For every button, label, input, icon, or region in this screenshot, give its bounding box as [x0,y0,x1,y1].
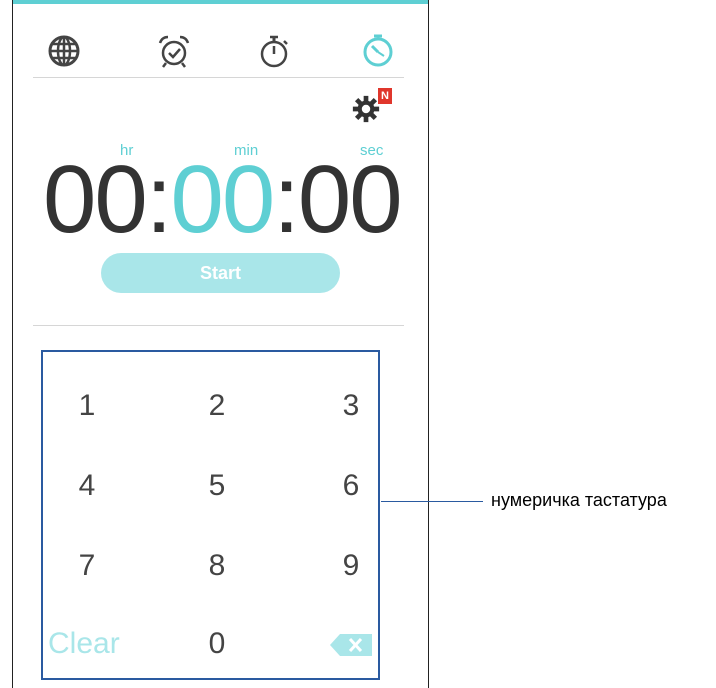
key-6[interactable]: 6 [321,461,381,511]
keypad-divider [33,325,404,326]
status-accent-bar [13,0,428,4]
timer-icon [363,34,393,67]
tab-stopwatch[interactable] [251,28,297,74]
stopwatch-icon [260,35,288,68]
key-3[interactable]: 3 [321,381,381,431]
key-8[interactable]: 8 [187,541,247,591]
start-button[interactable]: Start [101,253,340,293]
key-5[interactable]: 5 [187,461,247,511]
key-2[interactable]: 2 [187,381,247,431]
time-separator: : [145,146,173,253]
minutes-value[interactable]: 00 [170,150,275,250]
gear-icon [352,95,380,123]
seconds-value[interactable]: 00 [298,150,403,250]
tab-bar [13,28,428,74]
key-0[interactable]: 0 [187,619,247,669]
backspace-button[interactable] [330,634,374,656]
tab-alarm[interactable] [151,28,197,74]
key-4[interactable]: 4 [57,461,117,511]
new-badge: N [378,88,392,104]
globe-icon [48,35,80,67]
tab-world-clock[interactable] [41,28,87,74]
timer-display: 00:00:00 [43,150,403,250]
tab-divider [33,77,404,78]
key-1[interactable]: 1 [57,381,117,431]
key-7[interactable]: 7 [57,541,117,591]
hours-value[interactable]: 00 [43,150,148,250]
settings-button[interactable]: N [351,88,399,128]
alarm-clock-icon [158,35,190,68]
callout-label: нумеричка тастатура [491,490,667,510]
key-9[interactable]: 9 [321,541,381,591]
time-separator: : [273,146,300,253]
callout-line [381,501,483,502]
tab-timer[interactable] [355,28,401,74]
backspace-icon [330,634,372,656]
clear-button[interactable]: Clear [48,619,128,669]
